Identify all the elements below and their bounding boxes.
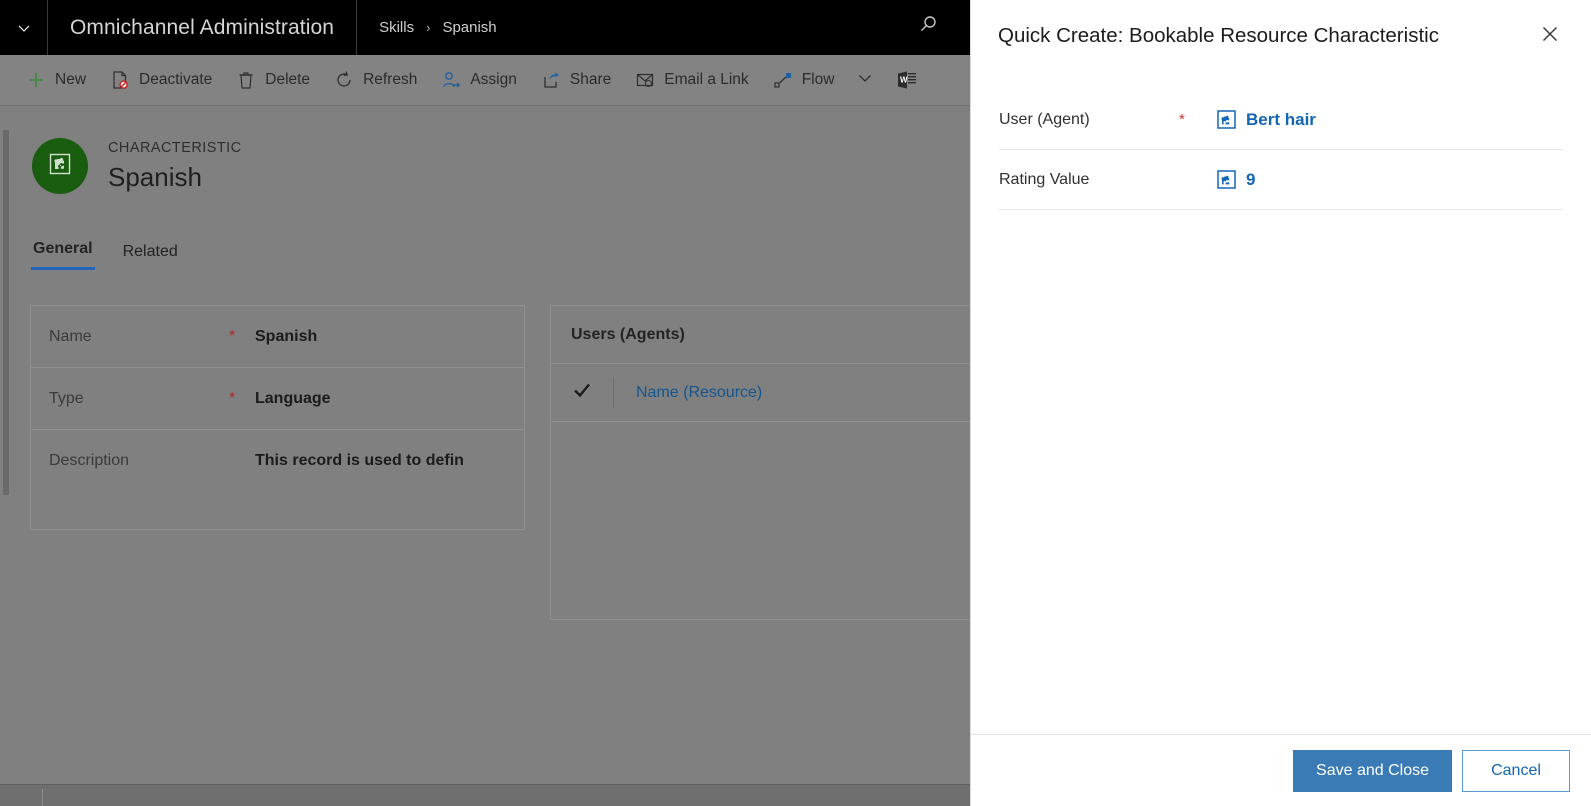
quick-create-field-rating-value: Rating Value 9 <box>999 150 1563 210</box>
flow-icon <box>773 70 793 90</box>
form-row-description: Description This record is used to defin <box>31 430 524 492</box>
command-label: Refresh <box>363 71 418 88</box>
field-value-type[interactable]: Language <box>255 390 331 408</box>
general-form-section: Name * Spanish Type * Language Descripti… <box>30 305 525 530</box>
plus-icon <box>26 70 46 90</box>
subgrid-title: Users (Agents) <box>551 306 970 364</box>
close-icon <box>1540 24 1560 49</box>
form-row-name: Name * Spanish <box>31 306 524 368</box>
svg-text:W: W <box>900 76 908 85</box>
command-label: New <box>55 71 87 88</box>
field-label: Name <box>49 327 92 345</box>
command-bar: New Deactivate Delete Refresh Assign Sha… <box>0 55 970 106</box>
command-delete[interactable]: Delete <box>224 55 322 105</box>
field-label: User (Agent) <box>999 110 1090 128</box>
quick-create-header: Quick Create: Bookable Resource Characte… <box>971 0 1591 72</box>
breadcrumb-parent[interactable]: Skills <box>379 19 414 36</box>
field-value-description[interactable]: This record is used to defin <box>255 452 464 470</box>
cancel-button[interactable]: Cancel <box>1462 749 1570 792</box>
quick-create-body: User (Agent) * Bert hair Rating Value 9 <box>971 72 1591 210</box>
email-link-icon <box>635 70 655 90</box>
quick-create-panel: Quick Create: Bookable Resource Characte… <box>970 0 1591 806</box>
save-and-close-button[interactable]: Save and Close <box>1293 749 1452 792</box>
deactivate-icon <box>110 70 130 90</box>
command-share[interactable]: Share <box>529 55 623 105</box>
search-button[interactable] <box>908 0 948 55</box>
search-icon <box>917 14 939 41</box>
command-label: Assign <box>470 71 517 88</box>
command-new[interactable]: New <box>14 55 98 105</box>
chevron-down-icon <box>856 69 874 92</box>
form-row-type: Type * Language <box>31 368 524 430</box>
command-label: Delete <box>265 71 311 88</box>
command-assign[interactable]: Assign <box>429 55 529 105</box>
record-header-text: CHARACTERISTIC Spanish <box>108 139 242 194</box>
field-label: Type <box>49 389 84 407</box>
command-label: Flow <box>801 71 835 88</box>
command-word-templates[interactable]: W <box>884 55 930 105</box>
form-tabs: General Related <box>31 240 180 270</box>
close-button[interactable] <box>1533 19 1567 53</box>
command-label: Share <box>569 71 612 88</box>
command-refresh[interactable]: Refresh <box>322 55 429 105</box>
field-label: Rating Value <box>999 170 1090 188</box>
entity-record-icon <box>1217 170 1236 189</box>
background-app: Omnichannel Administration Skills › Span… <box>0 0 970 806</box>
app-switcher-chevron[interactable] <box>0 0 48 55</box>
breadcrumb-separator: › <box>426 20 431 35</box>
title-bar: Omnichannel Administration Skills › Span… <box>0 0 970 55</box>
command-deactivate[interactable]: Deactivate <box>98 55 224 105</box>
share-icon <box>541 70 561 90</box>
field-value-name[interactable]: Spanish <box>255 328 317 346</box>
tab-related[interactable]: Related <box>121 243 180 270</box>
command-label: Email a Link <box>664 71 749 88</box>
command-email-a-link[interactable]: Email a Link <box>623 55 760 105</box>
subgrid-header-row: Name (Resource) <box>551 364 970 422</box>
lookup-value-rating[interactable]: 9 <box>1217 170 1255 190</box>
quick-create-field-user-agent: User (Agent) * Bert hair <box>999 90 1563 150</box>
breadcrumb: Skills › Spanish <box>357 19 497 36</box>
select-all-checkbox[interactable] <box>551 379 613 406</box>
chevron-down-icon <box>16 20 32 36</box>
quick-create-title: Quick Create: Bookable Resource Characte… <box>998 24 1439 47</box>
command-flow[interactable]: Flow <box>761 55 847 105</box>
tab-general[interactable]: General <box>31 240 95 270</box>
word-template-icon: W <box>896 69 918 91</box>
record-header: CHARACTERISTIC Spanish <box>14 106 970 226</box>
checkmark-icon <box>571 379 593 406</box>
required-marker: * <box>229 389 236 407</box>
subgrid-column-header-name[interactable]: Name (Resource) <box>614 384 762 402</box>
field-label: Description <box>49 452 130 469</box>
trash-icon <box>236 70 256 90</box>
users-agents-subgrid: Users (Agents) Name (Resource) <box>550 305 970 620</box>
refresh-icon <box>334 70 354 90</box>
required-marker: * <box>1179 110 1185 128</box>
entity-record-icon <box>1217 110 1236 129</box>
lookup-value-user-agent[interactable]: Bert hair <box>1217 110 1316 130</box>
quick-create-footer: Save and Close Cancel <box>971 734 1591 806</box>
command-label: Deactivate <box>139 71 213 88</box>
lookup-text: Bert hair <box>1246 109 1316 129</box>
assign-person-icon <box>441 70 461 90</box>
required-marker: * <box>229 327 236 345</box>
characteristic-icon <box>47 151 73 182</box>
avatar <box>32 138 88 194</box>
page-scrollbar-thumb[interactable] <box>3 130 9 495</box>
page-title: Spanish <box>108 161 202 192</box>
command-overflow-button[interactable] <box>846 55 884 105</box>
lookup-text: 9 <box>1246 169 1256 189</box>
breadcrumb-current: Spanish <box>442 19 497 36</box>
app-title: Omnichannel Administration <box>48 0 358 55</box>
record-entity-type: CHARACTERISTIC <box>108 139 242 156</box>
app-root: Omnichannel Administration Skills › Span… <box>0 0 1591 806</box>
status-footer <box>0 784 970 806</box>
footer-divider <box>42 789 43 806</box>
